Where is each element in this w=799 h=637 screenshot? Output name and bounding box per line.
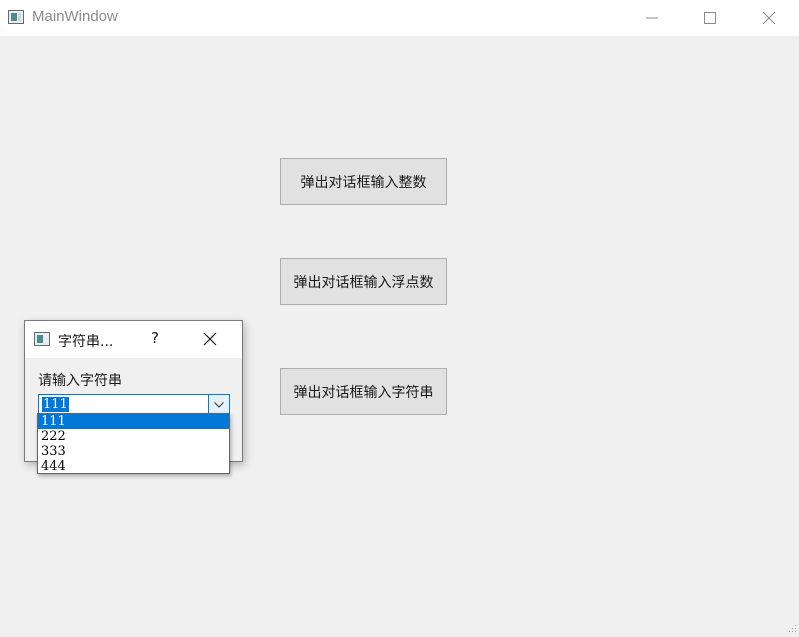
input-integer-button-label: 弹出对话框输入整数 [300,174,427,191]
resize-grip-icon[interactable] [787,625,797,635]
chevron-down-icon [214,401,224,408]
input-float-button[interactable]: 弹出对话框输入浮点数 [280,258,447,305]
dialog-title-bar[interactable]: 字符串... ? [25,321,242,358]
input-integer-button[interactable]: 弹出对话框输入整数 [280,158,447,205]
string-combobox[interactable]: 111 [38,394,230,415]
dialog-close-button[interactable] [203,331,219,347]
close-icon [763,12,775,24]
close-button[interactable] [740,0,798,36]
help-button[interactable]: ? [151,329,159,347]
combobox-dropdown-list: 111 222 333 444 [37,413,230,474]
dialog-prompt-label: 请输入字符串 [38,373,122,389]
close-icon [203,332,217,346]
input-string-button[interactable]: 弹出对话框输入字符串 [280,368,447,415]
combobox-value[interactable]: 111 [42,397,69,412]
maximize-icon [704,12,716,24]
minimize-icon [646,17,658,19]
input-float-button-label: 弹出对话框输入浮点数 [293,274,434,291]
dialog-app-icon [34,332,50,346]
dropdown-option[interactable]: 444 [38,459,229,473]
dropdown-option[interactable]: 222 [38,429,229,444]
main-window: MainWindow 弹出对话框输入整数 弹出对话框输入浮点数 弹出对话框输入字… [0,0,799,637]
title-bar[interactable]: MainWindow [0,0,799,36]
dialog-title: 字符串... [58,334,114,350]
maximize-button[interactable] [681,0,739,36]
dropdown-option[interactable]: 333 [38,444,229,459]
combobox-dropdown-button[interactable] [208,395,229,414]
input-string-button-label: 弹出对话框输入字符串 [293,384,434,401]
window-title: MainWindow [32,8,118,25]
dropdown-option[interactable]: 111 [38,414,229,429]
app-window-icon [8,10,24,24]
minimize-button[interactable] [623,0,681,36]
